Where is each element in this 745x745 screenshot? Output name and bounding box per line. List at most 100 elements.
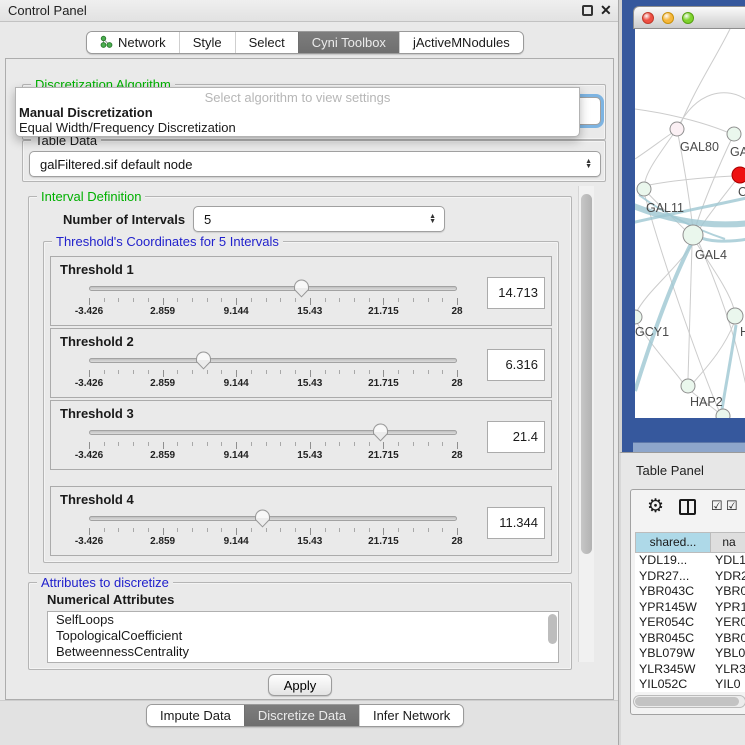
dropdown-option-manual[interactable]: Manual Discretization <box>16 105 579 120</box>
network-edge-highlighted[interactable] <box>635 244 691 391</box>
network-edge[interactable] <box>645 129 677 182</box>
main-scrollbar-thumb[interactable] <box>581 194 592 554</box>
table-row[interactable]: YBR045CYBR0 <box>635 631 745 647</box>
close-icon[interactable]: ✕ <box>600 2 612 19</box>
network-node[interactable] <box>727 308 743 324</box>
slider-thumb[interactable] <box>195 351 212 370</box>
threshold-value-field[interactable]: 11.344 <box>487 507 545 539</box>
list-item[interactable]: TopologicalCoefficient <box>48 628 558 644</box>
slider-track[interactable] <box>89 516 457 521</box>
network-node[interactable] <box>670 122 684 136</box>
main-scrollbar-track[interactable] <box>578 186 594 662</box>
tick-mark <box>89 442 90 449</box>
tab-network[interactable]: Network <box>87 32 179 53</box>
list-item[interactable]: BetweennessCentrality <box>48 644 558 660</box>
table-row[interactable]: YDR27...YDR2 <box>635 569 745 585</box>
tick-mark <box>310 442 311 449</box>
list-scrollbar-thumb[interactable] <box>548 614 557 644</box>
network-desktop: GAL80GACGAL11GAL4GCY1HHAP2 <box>619 0 745 452</box>
table-row[interactable]: YPR145WYPR1 <box>635 600 745 616</box>
threshold-slider[interactable]: -3.4262.8599.14415.4321.71528 <box>89 487 457 557</box>
table-row[interactable]: YER054CYER0 <box>635 615 745 631</box>
tab-style[interactable]: Style <box>179 32 235 53</box>
slider-track[interactable] <box>89 358 457 363</box>
threshold-value-field[interactable]: 6.316 <box>487 349 545 381</box>
network-edge-highlighted[interactable] <box>721 325 736 416</box>
tab-discretize-data[interactable]: Discretize Data <box>244 705 359 726</box>
table-row[interactable]: YBL079WYBL0 <box>635 646 745 662</box>
tab-infer-network[interactable]: Infer Network <box>359 705 463 726</box>
network-node[interactable] <box>681 379 695 393</box>
tick-mark <box>457 298 458 305</box>
network-node[interactable] <box>727 127 741 141</box>
column-header-1[interactable]: shared... <box>635 532 711 553</box>
network-window-titlebar[interactable] <box>633 6 745 29</box>
table-row[interactable]: YBR043CYBR0 <box>635 584 745 600</box>
network-edge[interactable] <box>645 196 720 413</box>
tick-mark <box>251 298 252 302</box>
tick-mark <box>339 528 340 532</box>
tick-mark <box>369 442 370 446</box>
network-node[interactable] <box>637 182 651 196</box>
minimize-light-icon[interactable] <box>662 12 674 24</box>
slider-track[interactable] <box>89 430 457 435</box>
table-row[interactable]: YDL19...YDL1 <box>635 553 745 569</box>
apply-button[interactable]: Apply <box>268 674 332 696</box>
tick-mark <box>457 370 458 377</box>
table-hscrollbar-track[interactable] <box>633 695 745 708</box>
threshold-slider[interactable]: -3.4262.8599.14415.4321.71528 <box>89 401 457 471</box>
table-data-group: Table Data galFiltered.sif default node … <box>22 140 606 182</box>
tick-mark <box>398 442 399 446</box>
float-window-icon[interactable] <box>582 5 593 16</box>
tab-label: Discretize Data <box>258 708 346 723</box>
network-edge[interactable] <box>635 133 672 159</box>
close-light-icon[interactable] <box>642 12 654 24</box>
choose-columns-icon[interactable] <box>679 499 696 515</box>
gear-icon[interactable]: ⚙ <box>647 495 664 518</box>
threshold-value-field[interactable]: 14.713 <box>487 277 545 309</box>
select-all-checkbox-icon[interactable]: ☑ <box>711 498 723 514</box>
table-row[interactable]: YLR345WYLR3 <box>635 662 745 678</box>
network-canvas[interactable]: GAL80GACGAL11GAL4GCY1HHAP2 <box>635 29 745 418</box>
threshold-value-field[interactable]: 21.4 <box>487 421 545 453</box>
threshold-slider[interactable]: -3.4262.8599.14415.4321.71528 <box>89 329 457 399</box>
tick-label: -3.426 <box>75 378 103 389</box>
dropdown-option-equal-width[interactable]: Equal Width/Frequency Discretization <box>16 120 579 135</box>
network-edge[interactable] <box>649 176 733 185</box>
num-intervals-combobox[interactable]: 5 ▲▼ <box>193 206 445 232</box>
network-edge[interactable] <box>677 93 745 129</box>
tab-jactivemnodules[interactable]: jActiveMNodules <box>399 32 523 53</box>
network-node[interactable] <box>732 167 745 183</box>
network-node[interactable] <box>635 310 642 324</box>
zoom-light-icon[interactable] <box>682 12 694 24</box>
tick-mark <box>89 370 90 377</box>
table-cell: YDL19... <box>635 553 711 569</box>
network-node[interactable] <box>716 409 730 418</box>
table-panel-title: Table Panel <box>636 463 704 478</box>
slider-track[interactable] <box>89 286 457 291</box>
tick-mark <box>207 528 208 532</box>
table-hscrollbar-thumb[interactable] <box>635 697 739 706</box>
table-data-combobox[interactable]: galFiltered.sif default node ▲▼ <box>29 151 601 177</box>
slider-thumb[interactable] <box>293 279 310 298</box>
table-row[interactable]: YIL052CYIL0 <box>635 677 745 692</box>
threshold-slider[interactable]: -3.4262.8599.14415.4321.71528 <box>89 257 457 327</box>
tab-cyni-toolbox[interactable]: Cyni Toolbox <box>298 32 399 53</box>
tab-impute-data[interactable]: Impute Data <box>147 705 244 726</box>
network-node[interactable] <box>683 225 703 245</box>
column-header-2[interactable]: na <box>711 532 745 553</box>
tick-mark <box>163 442 164 449</box>
tick-mark <box>369 370 370 374</box>
select-all-checkbox-icon-2[interactable]: ☑ <box>726 498 738 514</box>
slider-thumb[interactable] <box>254 509 271 528</box>
network-edge[interactable] <box>688 245 692 379</box>
slider-thumb[interactable] <box>372 423 389 442</box>
table-browser: ⚙ ☑ ☑ shared...naYDL19...YDL1YDR27...YDR… <box>630 489 745 715</box>
tab-select[interactable]: Select <box>235 32 298 53</box>
tick-label: 21.715 <box>368 450 399 461</box>
tick-mark <box>354 442 355 446</box>
node-label: GAL80 <box>680 140 719 154</box>
attributes-listbox[interactable]: SelfLoopsTopologicalCoefficientBetweenne… <box>47 611 559 663</box>
list-item[interactable]: SelfLoops <box>48 612 558 628</box>
network-edge[interactable] <box>681 29 730 123</box>
